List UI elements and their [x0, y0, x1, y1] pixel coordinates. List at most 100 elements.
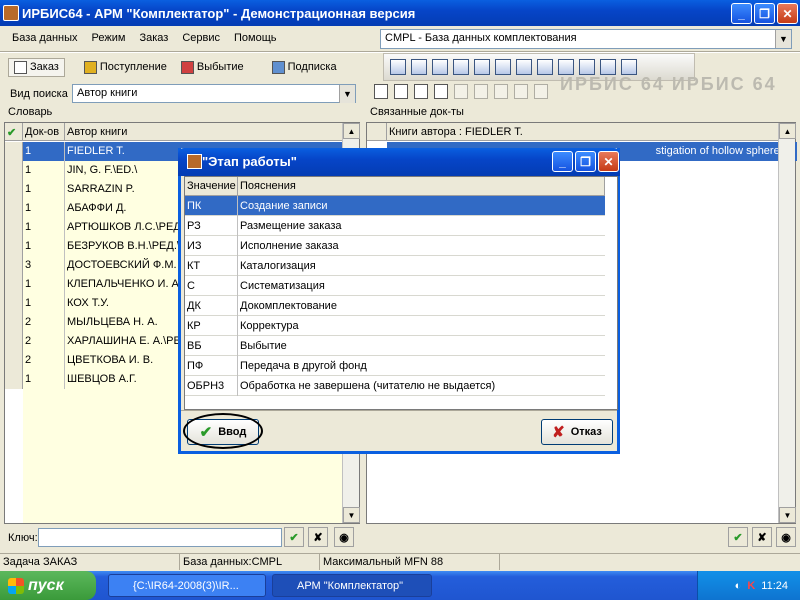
windows-logo-icon	[8, 578, 24, 594]
mark-icon[interactable]: ✘	[752, 527, 772, 547]
filter-icon[interactable]	[514, 84, 528, 99]
search-type-select[interactable]: Автор книги ▼	[72, 84, 356, 103]
print-icon[interactable]	[411, 59, 427, 75]
dialog-maximize-button[interactable]: ❐	[575, 151, 596, 172]
doc-new-icon[interactable]	[394, 84, 408, 99]
stage-grid[interactable]: Значение Пояснения ПК Создание записи РЗ Ра…	[184, 176, 618, 410]
chevron-down-icon[interactable]: ▼	[339, 85, 355, 103]
view-icon[interactable]: ◉	[334, 527, 354, 547]
export-icon[interactable]	[495, 59, 511, 75]
cancel-button[interactable]: ✘ Отказ	[541, 419, 613, 445]
scroll-down-icon[interactable]: ▼	[343, 507, 360, 523]
mark-icon[interactable]: ✘	[308, 527, 328, 547]
tray-icon[interactable]: ◐	[735, 580, 742, 592]
task-app[interactable]: АРМ "Комплектатор"	[272, 574, 432, 597]
dialog-minimize-button[interactable]: _	[552, 151, 573, 172]
status-extra	[500, 554, 796, 570]
disposal-icon	[180, 60, 194, 74]
table-icon[interactable]	[494, 84, 508, 99]
apply-icon[interactable]: ✔	[728, 527, 748, 547]
refresh-icon[interactable]	[621, 59, 637, 75]
col-author-header[interactable]: Автор книги	[65, 123, 343, 141]
row-count: 1	[23, 294, 65, 313]
settings-icon[interactable]	[558, 59, 574, 75]
table-row[interactable]: ПК Создание записи	[185, 196, 605, 216]
menu-database[interactable]: База данных	[10, 30, 80, 50]
apply-icon[interactable]: ✔	[284, 527, 304, 547]
key-label: Ключ:	[8, 532, 38, 544]
stage-code: ПК	[185, 196, 238, 216]
col-count-header[interactable]: Док-ов	[23, 123, 65, 141]
row-count: 1	[23, 161, 65, 180]
table-row[interactable]: КТ Каталогизация	[185, 256, 605, 276]
edit-icon[interactable]	[432, 59, 448, 75]
graph-icon[interactable]	[600, 59, 616, 75]
database-select[interactable]: CMPL - База данных комплектования ▼	[380, 29, 792, 49]
table-row[interactable]: ДК Докомплектование	[185, 296, 605, 316]
highlight-circle	[183, 413, 263, 449]
work-stage-dialog: "Этап работы" _ ❐ ✕ Значение Пояснения П…	[178, 148, 620, 454]
dialog-close-button[interactable]: ✕	[598, 151, 619, 172]
tab-subscription[interactable]: Подписка	[267, 59, 342, 76]
menu-service[interactable]: Сервис	[180, 30, 222, 50]
row-count: 1	[23, 142, 65, 161]
tab-order[interactable]: Заказ	[8, 57, 65, 77]
check-icon[interactable]: ✔	[5, 123, 23, 141]
status-bar: Задача ЗАКАЗ База данных:CMPL Максимальн…	[0, 553, 800, 570]
menu-help[interactable]: Помощь	[232, 30, 279, 50]
tab-receipt-label: Поступление	[99, 61, 167, 73]
view-icon[interactable]: ◉	[776, 527, 796, 547]
row-count: 1	[23, 199, 65, 218]
table-row[interactable]: С Систематизация	[185, 276, 605, 296]
row-count: 3	[23, 256, 65, 275]
table-row[interactable]: ВБ Выбытие	[185, 336, 605, 356]
key-input[interactable]	[38, 528, 282, 547]
scroll-down-icon[interactable]: ▼	[779, 507, 796, 523]
paste-icon[interactable]	[474, 59, 490, 75]
table-row[interactable]: КР Корректура	[185, 316, 605, 336]
table-row[interactable]: ОБРН3 Обработка не завершена (читателю не…	[185, 376, 605, 396]
tag-icon[interactable]	[579, 59, 595, 75]
maximize-button[interactable]: ❐	[754, 3, 775, 24]
chart-icon[interactable]	[516, 59, 532, 75]
menu-order[interactable]: Заказ	[137, 30, 170, 50]
doc-link-icon[interactable]	[434, 84, 448, 99]
tree-icon[interactable]	[454, 84, 468, 99]
tab-receipt[interactable]: Поступление	[79, 59, 172, 76]
title-bar: ИРБИС64 - АРМ "Комплектатор" - Демонстра…	[0, 0, 800, 26]
col-value-header[interactable]: Значение	[185, 177, 238, 196]
order-icon	[14, 60, 27, 74]
antivirus-icon[interactable]: K	[747, 580, 755, 592]
watermark: ИРБИС 64 ИРБИС 64	[560, 74, 777, 94]
table-row[interactable]: РЗ Размещение заказа	[185, 216, 605, 236]
book-icon	[83, 60, 97, 74]
doc-icon[interactable]	[374, 84, 388, 99]
minimize-button[interactable]: _	[731, 3, 752, 24]
menu-mode[interactable]: Режим	[90, 30, 128, 50]
table-row[interactable]: ИЗ Исполнение заказа	[185, 236, 605, 256]
mode-tabs: Заказ Поступление Выбытие Подписка	[8, 56, 368, 78]
report-icon[interactable]	[537, 59, 553, 75]
stage-desc: Выбытие	[240, 340, 287, 352]
scroll-up-icon[interactable]: ▲	[343, 123, 360, 139]
dialog-title: "Этап работы"	[202, 154, 297, 169]
chevron-down-icon[interactable]: ▼	[775, 30, 791, 48]
clock: 11:24	[761, 579, 788, 592]
row-count: 1	[23, 237, 65, 256]
close-button[interactable]: ✕	[777, 3, 798, 24]
col-desc-header[interactable]: Пояснения	[238, 177, 605, 196]
copy-icon[interactable]	[453, 59, 469, 75]
tab-disposal[interactable]: Выбытие	[176, 59, 249, 76]
new-doc-icon[interactable]	[390, 59, 406, 75]
row-count: 2	[23, 351, 65, 370]
scroll-up-icon[interactable]: ▲	[779, 123, 796, 139]
gears-icon[interactable]	[534, 84, 548, 99]
scrollbar[interactable]: ▲ ▼	[778, 123, 796, 523]
table-row[interactable]: ПФ Передача в другой фонд	[185, 356, 605, 376]
row-count: 2	[23, 313, 65, 332]
doc-edit-icon[interactable]	[414, 84, 428, 99]
list-icon[interactable]	[474, 84, 488, 99]
stage-code: ДК	[185, 296, 238, 316]
linked-title: Связанные док-ты	[370, 106, 464, 118]
task-folder[interactable]: {C:\IR64-2008(3)\IR...	[108, 574, 266, 597]
